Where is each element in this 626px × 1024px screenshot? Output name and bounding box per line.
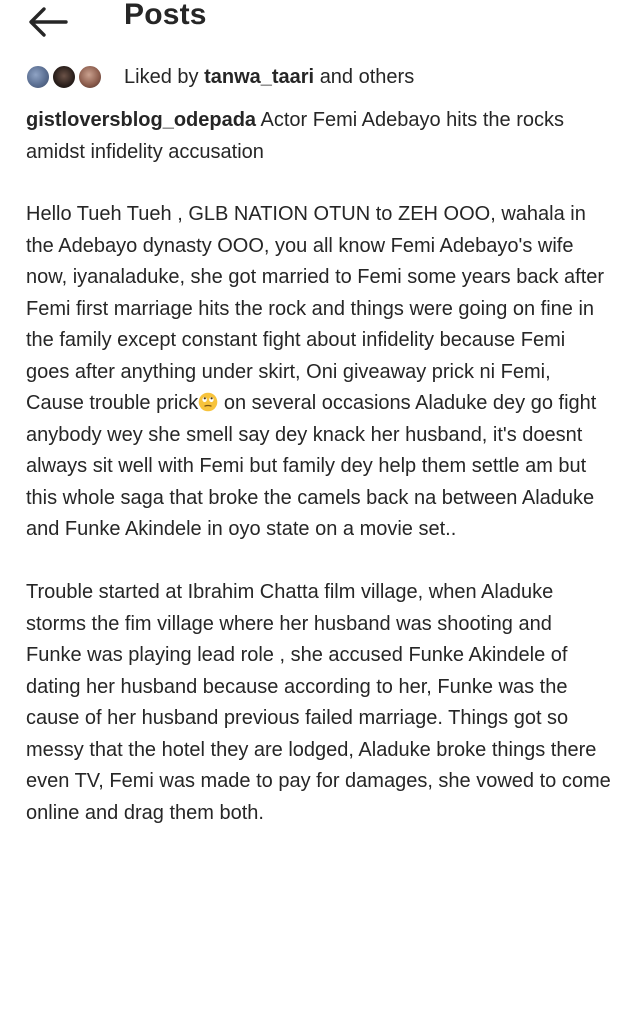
top-bar: Posts <box>0 0 626 44</box>
post-caption: gistloversblog_odepada Actor Femi Adebay… <box>26 105 612 168</box>
avatar[interactable] <box>26 65 50 89</box>
post-paragraph-2: Trouble started at Ibrahim Chatta film v… <box>26 581 611 824</box>
post-paragraph-1: Hello Tueh Tueh , GLB NATION OTUN to ZEH… <box>26 199 612 546</box>
avatar[interactable] <box>52 65 76 89</box>
liked-by-suffix[interactable]: and others <box>320 66 415 88</box>
liked-by-username[interactable]: tanwa_taari <box>204 66 314 88</box>
liker-avatars[interactable] <box>26 65 116 89</box>
back-button[interactable] <box>26 4 70 40</box>
post-author-username[interactable]: gistloversblog_odepada <box>26 109 256 131</box>
avatar[interactable] <box>78 65 102 89</box>
page-title: Posts <box>124 0 207 31</box>
face-with-rolling-eyes-emoji <box>199 392 218 412</box>
liked-by-text[interactable]: Liked by tanwa_taari and others <box>124 64 414 90</box>
likes-row[interactable]: Liked by tanwa_taari and others <box>26 64 606 92</box>
liked-by-prefix: Liked by <box>124 66 199 88</box>
arrow-left-icon <box>29 7 68 37</box>
post-paragraph-1-text-a: Hello Tueh Tueh , GLB NATION OTUN to ZEH… <box>26 203 605 414</box>
post-paragraph-1-text-b: on several occasions Aladuke dey go figh… <box>26 392 597 540</box>
post-body: Hello Tueh Tueh , GLB NATION OTUN to ZEH… <box>26 199 612 829</box>
